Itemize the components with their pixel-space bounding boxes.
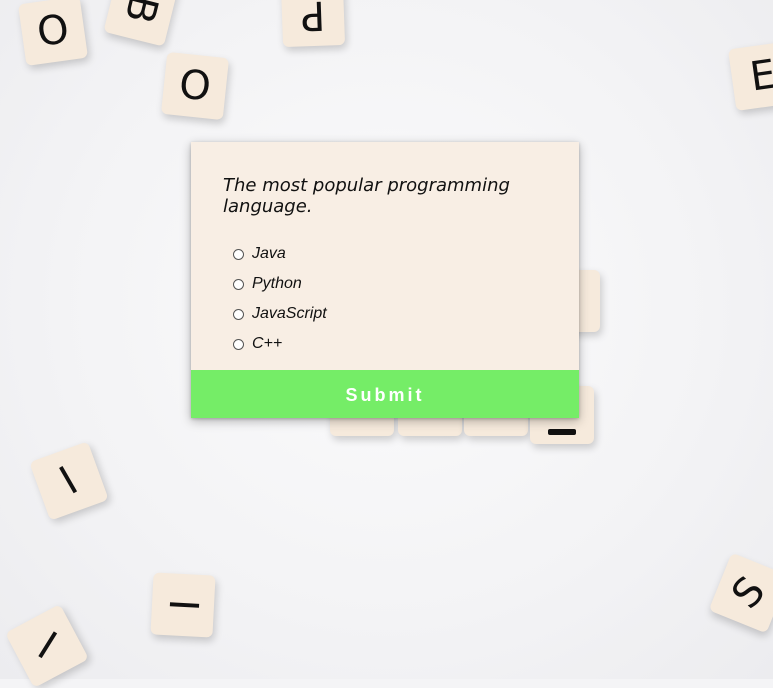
- radio-button[interactable]: [233, 248, 244, 260]
- option-label[interactable]: JavaScript: [252, 305, 327, 323]
- radio-button[interactable]: [233, 338, 244, 350]
- tile-bar: [548, 429, 576, 435]
- radio-button[interactable]: [233, 278, 244, 290]
- question-text: The most popular programming language.: [223, 175, 510, 217]
- tile-letter: I: [52, 458, 86, 504]
- letter-tile: E: [727, 40, 773, 112]
- tile-letter: P: [300, 0, 326, 39]
- option-java[interactable]: Java: [233, 239, 327, 269]
- option-label[interactable]: C++: [252, 335, 282, 353]
- radio-button[interactable]: [233, 308, 244, 320]
- option-python[interactable]: Python: [233, 269, 327, 299]
- quiz-card: The most popular programming language. J…: [191, 142, 579, 418]
- letter-tile: I: [150, 572, 216, 638]
- option-label[interactable]: Python: [252, 275, 302, 293]
- option-javascript[interactable]: JavaScript: [233, 299, 327, 329]
- tile-letter: O: [34, 6, 72, 56]
- tile-letter: O: [176, 61, 214, 111]
- option-cpp[interactable]: C++: [233, 329, 327, 359]
- tile-letter: E: [747, 51, 773, 101]
- tile-letter: I: [159, 597, 207, 613]
- tile-letter: S: [723, 568, 773, 618]
- letter-tile: O: [160, 51, 230, 121]
- option-label[interactable]: Java: [252, 245, 286, 263]
- tile-letter: B: [115, 0, 167, 28]
- answer-options: Java Python JavaScript C++: [233, 239, 327, 359]
- submit-button[interactable]: Submit: [191, 370, 579, 418]
- letter-tile: P: [280, 0, 346, 48]
- letter-tile: O: [17, 0, 89, 67]
- tile-letter: I: [29, 623, 65, 669]
